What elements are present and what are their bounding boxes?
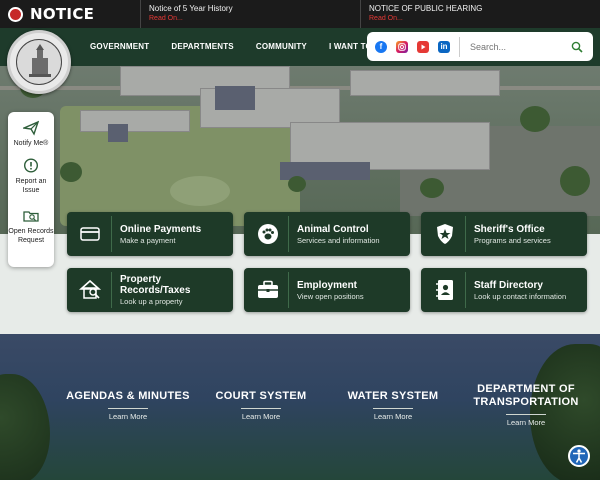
sidebar-item-label: Notify Me® <box>13 140 49 147</box>
notice-item[interactable]: NOTICE OF PUBLIC HEARING Read On... <box>360 0 600 28</box>
card-title: Sheriff's Office <box>474 224 545 235</box>
search-icon[interactable] <box>571 40 583 53</box>
card-subtitle: Make a payment <box>120 236 176 245</box>
card-subtitle: Services and information <box>297 236 380 245</box>
card-sheriffs-office[interactable]: Sheriff's Office Programs and services <box>421 212 587 256</box>
link-title[interactable]: WATER SYSTEM <box>338 390 448 403</box>
learn-more-link[interactable]: Learn More <box>63 412 193 421</box>
card-divider <box>111 216 112 252</box>
card-divider <box>288 272 289 308</box>
county-seal-logo[interactable] <box>7 30 71 94</box>
folder-search-icon <box>23 208 39 224</box>
nav-community[interactable]: COMMUNITY <box>256 42 307 51</box>
card-online-payments[interactable]: Online Payments Make a payment <box>67 212 233 256</box>
seal-emblem <box>16 39 62 85</box>
card-subtitle: View open positions <box>297 292 364 301</box>
notice-title: NOTICE <box>30 5 95 23</box>
notice-item-read-on-link[interactable]: Read On... <box>149 15 360 22</box>
notice-item[interactable]: Notice of 5 Year History Read On... <box>140 0 360 28</box>
address-book-icon <box>433 278 457 302</box>
link-title[interactable]: AGENDAS & MINUTES <box>63 390 193 403</box>
card-staff-directory[interactable]: Staff Directory Look up contact informat… <box>421 268 587 312</box>
paw-icon <box>256 222 280 246</box>
card-divider <box>465 272 466 308</box>
learn-more-link[interactable]: Learn More <box>470 418 582 427</box>
link-agendas-minutes[interactable]: AGENDAS & MINUTES Learn More <box>63 390 193 421</box>
card-subtitle: Look up a property <box>120 297 183 306</box>
divider <box>459 36 460 57</box>
badge-shield-icon <box>433 222 457 246</box>
card-subtitle: Look up contact information <box>474 292 567 301</box>
card-divider <box>288 216 289 252</box>
youtube-icon[interactable] <box>417 40 429 53</box>
nav-government[interactable]: GOVERNMENT <box>90 42 149 51</box>
card-title: Animal Control <box>297 224 369 235</box>
house-search-icon <box>78 278 103 302</box>
card-animal-control[interactable]: Animal Control Services and information <box>244 212 410 256</box>
social-search-bar: f in <box>367 32 593 61</box>
card-divider <box>111 272 112 308</box>
learn-more-link[interactable]: Learn More <box>206 412 316 421</box>
sidebar-item-label: Report an Issue <box>15 178 47 194</box>
exclamation-bubble-icon <box>23 158 39 174</box>
card-title: Property Records/Taxes <box>120 274 191 296</box>
learn-more-link[interactable]: Learn More <box>338 412 448 421</box>
link-department-of-transportation[interactable]: DEPARTMENT OF TRANSPORTATION Learn More <box>470 383 582 427</box>
credit-card-icon <box>79 222 103 246</box>
accessibility-icon[interactable] <box>568 445 590 467</box>
paper-plane-icon <box>21 120 40 136</box>
card-title: Staff Directory <box>474 280 543 291</box>
link-underline <box>241 408 281 409</box>
briefcase-icon <box>256 278 280 302</box>
sidebar-item-report-issue[interactable]: Report an Issue <box>8 158 54 195</box>
card-title: Online Payments <box>120 224 202 235</box>
sidebar-item-label: Open Records Request <box>8 228 54 244</box>
facebook-icon[interactable]: f <box>375 40 387 53</box>
link-underline <box>373 408 413 409</box>
notice-item-title[interactable]: NOTICE OF PUBLIC HEARING <box>369 4 600 13</box>
instagram-icon[interactable] <box>396 40 408 53</box>
quick-actions-sidebar: Notify Me® Report an Issue Open Records … <box>8 112 54 267</box>
link-title[interactable]: COURT SYSTEM <box>206 390 316 403</box>
card-subtitle: Programs and services <box>474 236 551 245</box>
card-property-records[interactable]: Property Records/Taxes Look up a propert… <box>67 268 233 312</box>
linkedin-icon[interactable]: in <box>438 40 450 53</box>
sidebar-item-notify-me[interactable]: Notify Me® <box>8 120 54 148</box>
search-input[interactable] <box>470 41 570 52</box>
card-employment[interactable]: Employment View open positions <box>244 268 410 312</box>
nav-departments[interactable]: DEPARTMENTS <box>171 42 234 51</box>
notice-dot-icon <box>8 6 23 22</box>
link-underline <box>108 408 148 409</box>
card-divider <box>465 216 466 252</box>
link-title[interactable]: DEPARTMENT OF TRANSPORTATION <box>470 383 582 409</box>
link-underline <box>506 414 546 415</box>
notice-item-read-on-link[interactable]: Read On... <box>369 15 600 22</box>
notice-label: NOTICE <box>0 0 140 28</box>
link-water-system[interactable]: WATER SYSTEM Learn More <box>338 390 448 421</box>
sidebar-item-open-records[interactable]: Open Records Request <box>8 208 54 245</box>
notice-bar: NOTICE Notice of 5 Year History Read On.… <box>0 0 600 28</box>
card-title: Employment <box>297 280 358 291</box>
main-navigation: GOVERNMENT DEPARTMENTS COMMUNITY I WANT … <box>80 28 401 64</box>
featured-links-section: AGENDAS & MINUTES Learn More COURT SYSTE… <box>0 334 600 480</box>
notice-item-title[interactable]: Notice of 5 Year History <box>149 4 360 13</box>
link-court-system[interactable]: COURT SYSTEM Learn More <box>206 390 316 421</box>
